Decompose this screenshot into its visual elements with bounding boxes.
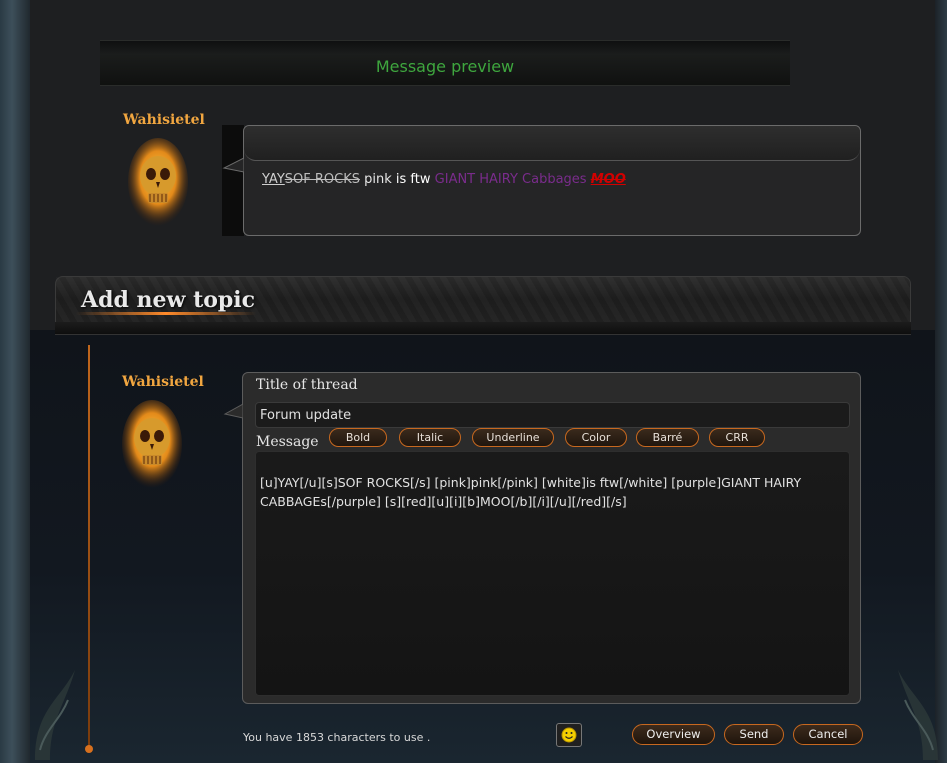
topic-header-bottom bbox=[55, 322, 911, 335]
thread-title-label: Title of thread bbox=[256, 377, 358, 393]
cancel-button[interactable]: Cancel bbox=[793, 724, 863, 745]
orange-line-dot bbox=[85, 745, 93, 753]
color-button[interactable]: Color bbox=[565, 428, 627, 447]
bold-button[interactable]: Bold bbox=[329, 428, 387, 447]
smiley-icon bbox=[561, 727, 577, 743]
preview-red-text: MOO bbox=[590, 172, 626, 187]
preview-post-gutter bbox=[222, 125, 244, 236]
thread-title-input[interactable] bbox=[255, 402, 850, 428]
preview-underline-text: YAY bbox=[262, 172, 285, 187]
italic-button[interactable]: Italic bbox=[399, 428, 461, 447]
topic-avatar bbox=[122, 400, 182, 490]
overview-button[interactable]: Overview bbox=[632, 724, 715, 745]
speech-arrow-icon bbox=[222, 157, 244, 173]
preview-strike-text: SOF ROCKS bbox=[284, 172, 360, 187]
topic-header-title: Add new topic bbox=[81, 287, 256, 313]
preview-username: Wahisietel bbox=[123, 112, 205, 128]
preview-title: Message preview bbox=[375, 57, 515, 76]
background-right bbox=[935, 0, 947, 763]
preview-post-content: YAYSOF ROCKS pink is ftw GIANT HAIRY Cab… bbox=[262, 172, 626, 187]
corner-ornament-right bbox=[898, 670, 938, 760]
corner-ornament-left bbox=[35, 670, 75, 760]
preview-avatar bbox=[128, 138, 188, 228]
crr-button[interactable]: CRR bbox=[709, 428, 765, 447]
underline-button[interactable]: Underline bbox=[472, 428, 554, 447]
topic-username: Wahisietel bbox=[122, 374, 204, 390]
speech-arrow-icon bbox=[223, 403, 243, 419]
barre-button[interactable]: Barré bbox=[636, 428, 699, 447]
smiley-button[interactable] bbox=[556, 723, 582, 747]
flaming-skull-icon bbox=[122, 400, 182, 488]
preview-white-text: is ftw bbox=[395, 172, 431, 187]
message-textarea[interactable]: [u]YAY[/u][s]SOF ROCKS[/s] [pink]pink[/p… bbox=[255, 451, 850, 696]
preview-banner: Message preview bbox=[100, 40, 790, 86]
background-left bbox=[0, 0, 30, 763]
message-label: Message bbox=[256, 434, 319, 450]
topic-header-underline bbox=[76, 312, 256, 315]
preview-post-topbar bbox=[244, 126, 860, 161]
send-button[interactable]: Send bbox=[724, 724, 784, 745]
orange-side-line bbox=[88, 345, 90, 750]
preview-post: YAYSOF ROCKS pink is ftw GIANT HAIRY Cab… bbox=[222, 125, 861, 236]
char-count-text: You have 1853 characters to use . bbox=[243, 731, 431, 744]
flaming-skull-icon bbox=[128, 138, 188, 226]
preview-purple-text: GIANT HAIRY Cabbages bbox=[434, 172, 587, 187]
preview-pink-text: pink bbox=[364, 172, 392, 187]
